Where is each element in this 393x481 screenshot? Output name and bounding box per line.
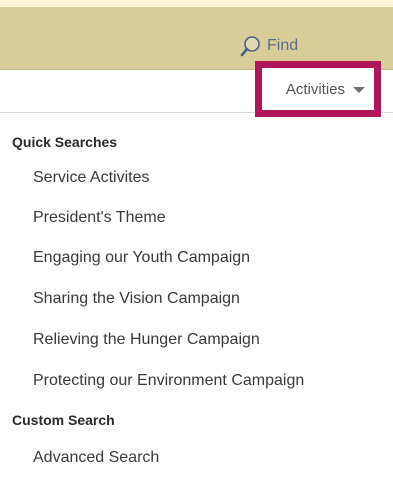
menu-item-protecting-our-environment-campaign[interactable]: Protecting our Environment Campaign	[33, 372, 304, 390]
section-heading-quick-searches: Quick Searches	[12, 134, 118, 150]
section-heading-custom-search: Custom Search	[12, 412, 115, 428]
caret-down-icon	[353, 87, 365, 93]
menu-item-presidents-theme[interactable]: President's Theme	[33, 209, 166, 227]
activities-dropdown-button[interactable]: Activities	[262, 68, 374, 110]
menu-item-engaging-our-youth-campaign[interactable]: Engaging our Youth Campaign	[33, 249, 250, 267]
find-label: Find	[267, 37, 299, 54]
magnifier-icon	[240, 35, 262, 57]
menu-item-sharing-the-vision-campaign[interactable]: Sharing the Vision Campaign	[33, 290, 240, 308]
menu-item-relieving-the-hunger-campaign[interactable]: Relieving the Hunger Campaign	[33, 331, 260, 349]
find-button[interactable]: Find	[240, 34, 298, 58]
page: Find Activities Quick Searches Service A…	[0, 0, 393, 481]
activities-label: Activities	[285, 80, 345, 98]
activities-highlight: Activities	[255, 61, 381, 117]
menu-item-advanced-search[interactable]: Advanced Search	[33, 449, 159, 467]
menu-item-service-activites[interactable]: Service Activites	[33, 169, 149, 187]
top-strip	[0, 0, 393, 7]
